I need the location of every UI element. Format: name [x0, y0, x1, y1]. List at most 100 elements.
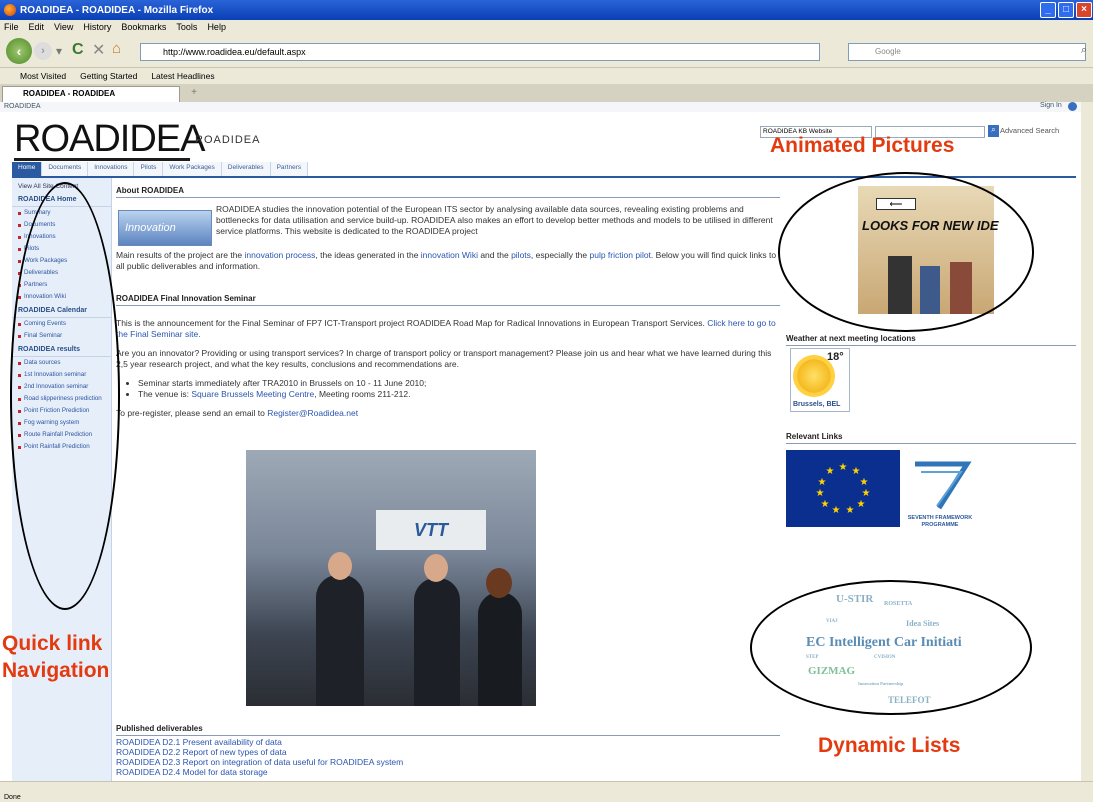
menu-view[interactable]: View: [54, 22, 73, 32]
menu-bookmarks[interactable]: Bookmarks: [121, 22, 166, 32]
close-button[interactable]: ×: [1076, 2, 1092, 18]
deliverable-link[interactable]: ROADIDEA D2.3 Report on integration of d…: [116, 757, 403, 767]
seminar-heading: ROADIDEA Final Innovation Seminar: [116, 294, 780, 306]
tab-deliverables[interactable]: Deliverables: [221, 162, 271, 176]
bookmark-getting-started[interactable]: Getting Started: [80, 71, 137, 81]
tab-documents[interactable]: Documents: [42, 162, 89, 176]
venue-link[interactable]: Square Brussels Meeting Centre: [191, 389, 314, 399]
browser-tab[interactable]: ROADIDEA - ROADIDEA: [2, 86, 180, 102]
person-1: [316, 575, 364, 706]
menu-help[interactable]: Help: [207, 22, 226, 32]
minimize-button[interactable]: _: [1040, 2, 1056, 18]
stop-icon[interactable]: ✕: [92, 40, 105, 60]
new-tab-button[interactable]: +: [184, 88, 204, 100]
annotation-animated-pictures: Animated Pictures: [770, 134, 955, 157]
tab-home[interactable]: Home: [12, 162, 43, 176]
menu-edit[interactable]: Edit: [29, 22, 45, 32]
firefox-icon: [4, 4, 16, 16]
sun-icon: [797, 359, 831, 393]
url-bar[interactable]: http://www.roadidea.eu/default.aspx: [140, 43, 820, 61]
innovation-wiki-link[interactable]: innovation Wiki: [421, 250, 478, 260]
venue-text: The venue is:: [138, 389, 192, 399]
results-text: and the: [477, 250, 512, 260]
svg-text:★: ★: [816, 488, 825, 499]
menu-bar: File Edit View History Bookmarks Tools H…: [0, 20, 1093, 34]
dynamic-lists-oval: [750, 580, 1032, 715]
seminar-photo: VTT: [246, 450, 536, 706]
dropdown-icon[interactable]: ▾: [56, 44, 62, 58]
advanced-search-link[interactable]: Advanced Search: [1000, 126, 1059, 135]
annotation-dynamic-lists: Dynamic Lists: [818, 734, 961, 757]
help-icon[interactable]: [1068, 102, 1077, 111]
quick-nav-oval: [10, 182, 120, 610]
tab-pilots[interactable]: Pilots: [134, 162, 164, 176]
window-titlebar: ROADIDEA - ROADIDEA - Mozilla Firefox _ …: [0, 0, 1093, 20]
register-email-link[interactable]: Register@Roadidea.net: [267, 408, 358, 418]
deliverable-link[interactable]: ROADIDEA D2.2 Report of new types of dat…: [116, 747, 287, 757]
back-button[interactable]: ‹: [6, 38, 32, 64]
svg-text:★: ★: [860, 477, 869, 488]
person-2: [414, 578, 460, 706]
bookmark-most-visited[interactable]: Most Visited: [20, 71, 66, 81]
eu-flag-link[interactable]: ★ ★ ★ ★ ★ ★ ★ ★ ★ ★ ★: [786, 450, 900, 527]
fp7-seven-icon: [915, 461, 972, 510]
fp7-caption: SEVENTH FRAMEWORK PROGRAMME: [907, 515, 973, 528]
tab-partners[interactable]: Partners: [270, 162, 309, 176]
results-text: Main results of the project are the: [116, 250, 245, 260]
results-paragraph: Main results of the project are the inno…: [116, 250, 780, 272]
home-icon[interactable]: ⌂: [112, 40, 121, 57]
svg-text:★: ★: [846, 505, 855, 516]
tab-innovations[interactable]: Innovations: [88, 162, 135, 176]
temperature: 18°: [827, 351, 844, 363]
breadcrumb[interactable]: ROADIDEA: [0, 102, 1093, 112]
person-1-head: [328, 552, 352, 580]
person-2-head: [424, 554, 448, 582]
deliverables-section: Published deliverables ROADIDEA D2.1 Pre…: [116, 724, 780, 777]
menu-file[interactable]: File: [4, 22, 19, 32]
pre-register-text: To pre-register, please send an email to…: [116, 408, 780, 419]
svg-text:★: ★: [826, 466, 835, 477]
svg-text:★: ★: [832, 505, 841, 516]
vtt-booth-sign: VTT: [376, 510, 486, 550]
status-bar: Done: [0, 793, 1093, 802]
top-navigation: Home Documents Innovations Pilots Work P…: [12, 162, 342, 176]
site-search-button[interactable]: ⌕: [988, 125, 999, 137]
fp7-logo-link[interactable]: SEVENTH FRAMEWORK PROGRAMME: [905, 458, 975, 528]
search-input[interactable]: Google: [848, 43, 1086, 61]
innovation-process-link[interactable]: innovation process: [245, 250, 316, 260]
svg-text:★: ★: [852, 466, 861, 477]
site-logo[interactable]: ROADIDEA: [14, 118, 205, 161]
search-icon[interactable]: ⌕: [1081, 44, 1087, 57]
seminar-paragraph-2: Are you an innovator? Providing or using…: [116, 348, 772, 369]
weather-city: Brussels, BEL: [793, 401, 841, 408]
eu-stars-icon: ★ ★★★★★ ★★★★★: [816, 462, 871, 516]
weather-heading: Weather at next meeting locations: [786, 334, 1076, 346]
seminar-bullet: The venue is: Square Brussels Meeting Ce…: [138, 389, 780, 400]
results-text: , the ideas generated in the: [315, 250, 421, 260]
seminar-text: This is the announcement for the Final S…: [116, 318, 708, 328]
sign-in-link[interactable]: Sign In: [1040, 102, 1062, 109]
svg-text:★: ★: [818, 477, 827, 488]
forward-button[interactable]: ›: [34, 42, 52, 60]
bookmark-latest-headlines[interactable]: Latest Headlines: [151, 71, 214, 81]
reload-icon[interactable]: C: [72, 41, 84, 59]
bookmarks-toolbar: Most Visited Getting Started Latest Head…: [0, 68, 1093, 84]
innovation-sign-image: Innovation: [118, 210, 212, 246]
tab-work-packages[interactable]: Work Packages: [163, 162, 222, 176]
deliverable-link[interactable]: ROADIDEA D2.4 Model for data storage: [116, 767, 268, 777]
person-3-head: [486, 568, 512, 598]
menu-tools[interactable]: Tools: [176, 22, 197, 32]
menu-history[interactable]: History: [83, 22, 111, 32]
results-text: , especially the: [530, 250, 590, 260]
horizontal-scrollbar[interactable]: [0, 781, 1093, 793]
deliverable-link[interactable]: ROADIDEA D2.1 Present availability of da…: [116, 737, 282, 747]
pilots-link[interactable]: pilots: [511, 250, 531, 260]
maximize-button[interactable]: □: [1058, 2, 1074, 18]
logo-underline: [14, 158, 190, 161]
pulp-friction-link[interactable]: pulp friction pilot: [590, 250, 651, 260]
vertical-scrollbar[interactable]: [1081, 102, 1093, 781]
seminar-paragraph: This is the announcement for the Final S…: [116, 318, 780, 340]
person-3: [478, 592, 522, 706]
svg-text:★: ★: [862, 488, 871, 499]
site-title: ROADIDEA: [195, 134, 261, 146]
